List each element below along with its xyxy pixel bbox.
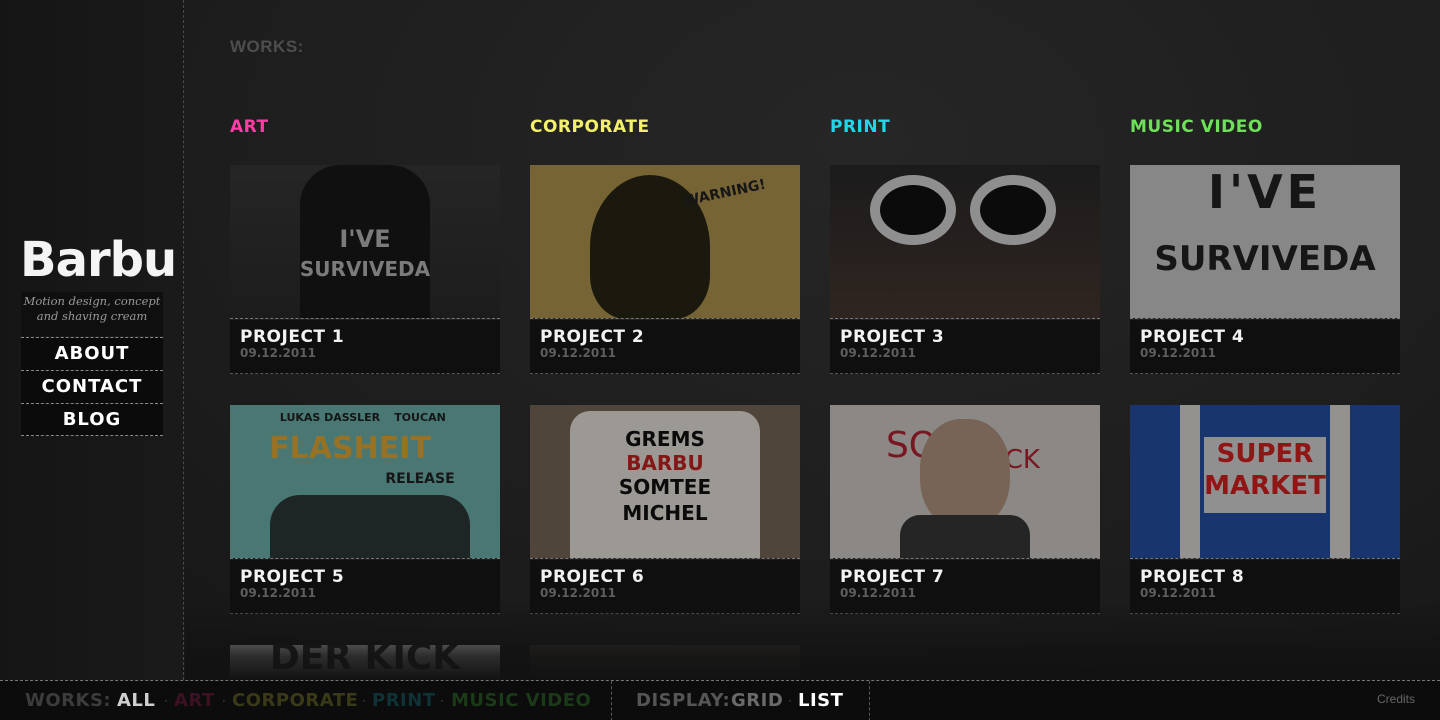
project-date: 09.12.2011 bbox=[240, 346, 316, 360]
project-thumbnail: I'VE SURVIVEDA bbox=[1130, 165, 1400, 319]
project-caption: PROJECT 1 09.12.2011 bbox=[230, 320, 500, 374]
footer-display-label: DISPLAY: bbox=[636, 690, 731, 711]
footer-divider bbox=[869, 681, 870, 720]
project-card[interactable]: I'VE SURVIVEDA PROJECT 4 09.12.2011 bbox=[1130, 165, 1400, 374]
project-thumbnail: LUKAS DASSLER TOUCAN FLASHEIT RELEASE bbox=[230, 405, 500, 559]
separator: · bbox=[164, 694, 168, 708]
project-title: PROJECT 7 bbox=[840, 567, 945, 587]
project-caption: PROJECT 2 09.12.2011 bbox=[530, 320, 800, 374]
project-date: 09.12.2011 bbox=[840, 346, 916, 360]
filter-all[interactable]: ALL bbox=[117, 687, 155, 715]
filter-music-video[interactable]: MUSIC VIDEO bbox=[451, 687, 591, 715]
separator: · bbox=[222, 694, 226, 708]
main-nav: ABOUT CONTACT BLOG bbox=[21, 337, 163, 436]
project-title: PROJECT 8 bbox=[1140, 567, 1245, 587]
project-card[interactable]: GREMS BARBU SOMTEE MICHEL PROJECT 6 09.1… bbox=[530, 405, 800, 614]
category-music-video[interactable]: MUSIC VIDEO bbox=[1130, 117, 1263, 137]
project-thumbnail: SON KICK bbox=[830, 405, 1100, 559]
project-caption: PROJECT 4 09.12.2011 bbox=[1130, 320, 1400, 374]
sidebar: Barbu Motion design, concept and shaving… bbox=[0, 0, 184, 680]
category-art[interactable]: ART bbox=[230, 117, 269, 137]
tagline-line-1: Motion design, concept bbox=[23, 294, 161, 308]
filter-print[interactable]: PRINT bbox=[372, 687, 436, 715]
project-date: 09.12.2011 bbox=[540, 346, 616, 360]
project-title: PROJECT 2 bbox=[540, 327, 645, 347]
project-card[interactable]: SUPER MARKET PROJECT 8 09.12.2011 bbox=[1130, 405, 1400, 614]
project-date: 09.12.2011 bbox=[1140, 586, 1216, 600]
project-thumbnail: SUPER MARKET bbox=[1130, 405, 1400, 559]
tagline-line-2: and shaving cream bbox=[36, 309, 148, 323]
project-date: 09.12.2011 bbox=[240, 586, 316, 600]
nav-blog[interactable]: BLOG bbox=[21, 403, 163, 436]
project-thumbnail bbox=[830, 165, 1100, 319]
tagline: Motion design, concept and shaving cream bbox=[21, 292, 163, 336]
filter-art[interactable]: ART bbox=[174, 687, 215, 715]
nav-about[interactable]: ABOUT bbox=[21, 337, 163, 370]
display-list[interactable]: LIST bbox=[798, 687, 843, 715]
project-title: PROJECT 5 bbox=[240, 567, 345, 587]
project-card[interactable]: SON KICK PROJECT 7 09.12.2011 bbox=[830, 405, 1100, 614]
footer-divider bbox=[611, 681, 612, 720]
separator: · bbox=[440, 694, 444, 708]
separator: · bbox=[362, 694, 366, 708]
filter-corporate[interactable]: CORPORATE bbox=[232, 687, 358, 715]
project-title: PROJECT 4 bbox=[1140, 327, 1245, 347]
footer-works-label: WORKS: bbox=[25, 690, 112, 711]
bottom-fade bbox=[185, 600, 1440, 680]
nav-contact[interactable]: CONTACT bbox=[21, 370, 163, 403]
project-title: PROJECT 3 bbox=[840, 327, 945, 347]
project-card[interactable]: WARNING! PROJECT 2 09.12.2011 bbox=[530, 165, 800, 374]
project-title: PROJECT 6 bbox=[540, 567, 645, 587]
separator: · bbox=[788, 694, 792, 708]
logo[interactable]: Barbu bbox=[20, 232, 180, 288]
category-corporate[interactable]: CORPORATE bbox=[530, 117, 650, 137]
footer-bar: WORKS: ALL · ART · CORPORATE · PRINT · M… bbox=[0, 680, 1440, 720]
display-grid[interactable]: GRID bbox=[731, 687, 783, 715]
category-print[interactable]: PRINT bbox=[830, 117, 890, 137]
project-date: 09.12.2011 bbox=[540, 586, 616, 600]
project-thumbnail: I'VE SURVIVEDA bbox=[230, 165, 500, 319]
project-thumbnail: WARNING! bbox=[530, 165, 800, 319]
project-caption: PROJECT 3 09.12.2011 bbox=[830, 320, 1100, 374]
credits-link[interactable]: Credits bbox=[1377, 692, 1415, 706]
works-title: WORKS: bbox=[230, 37, 304, 56]
project-card[interactable]: LUKAS DASSLER TOUCAN FLASHEIT RELEASE PR… bbox=[230, 405, 500, 614]
project-date: 09.12.2011 bbox=[1140, 346, 1216, 360]
project-date: 09.12.2011 bbox=[840, 586, 916, 600]
project-card[interactable]: I'VE SURVIVEDA PROJECT 1 09.12.2011 bbox=[230, 165, 500, 374]
project-card[interactable]: PROJECT 3 09.12.2011 bbox=[830, 165, 1100, 374]
project-thumbnail: GREMS BARBU SOMTEE MICHEL bbox=[530, 405, 800, 559]
project-title: PROJECT 1 bbox=[240, 327, 345, 347]
